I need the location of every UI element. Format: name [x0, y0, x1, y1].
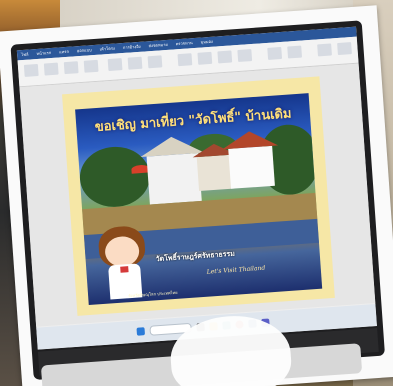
bold-icon[interactable] [63, 61, 79, 75]
font-icon[interactable] [43, 62, 59, 76]
dictate-icon[interactable] [317, 43, 332, 57]
temple-pavilion [146, 152, 202, 205]
find-icon[interactable] [267, 46, 283, 60]
paste-icon[interactable] [23, 63, 39, 77]
document-canvas[interactable]: ขอเชิญ มาเที่ยว "วัดโพธิ์" บ้านเดิม วัดโ… [19, 63, 376, 327]
poster-image[interactable]: ขอเชิญ มาเที่ยว "วัดโพธิ์" บ้านเดิม วัดโ… [75, 93, 323, 306]
bullets-icon[interactable] [147, 55, 163, 69]
paragraph-icon[interactable] [107, 58, 123, 72]
style-normal-icon[interactable] [177, 53, 193, 67]
style-title-icon[interactable] [237, 49, 253, 62]
editor-icon[interactable] [337, 42, 352, 56]
monitor-screen: ไฟล์ หน้าแรก แทรก ออกแบบ เค้าโครง การอ้า… [16, 26, 377, 350]
style-heading1-icon[interactable] [197, 51, 213, 65]
photo-scene: ไฟล์ หน้าแรก แทรก ออกแบบ เค้าโครง การอ้า… [0, 0, 393, 386]
poster-footer: จังหวัดพิษณุโลก ประเทศไทย [128, 289, 178, 299]
photo-card: ไฟล์ หน้าแรก แทรก ออกแบบ เค้าโครง การอ้า… [0, 5, 393, 386]
temple-hall [228, 145, 275, 189]
italic-icon[interactable] [83, 59, 99, 73]
document-page[interactable]: ขอเชิญ มาเที่ยว "วัดโพธิ์" บ้านเดิม วัดโ… [62, 76, 335, 316]
windows-start-icon[interactable] [136, 327, 146, 336]
style-heading2-icon[interactable] [217, 50, 233, 64]
align-icon[interactable] [127, 56, 143, 70]
cartoon-girl-bow [120, 266, 129, 273]
replace-icon[interactable] [287, 45, 303, 59]
poster-tagline: Let's Visit Thailand [206, 264, 266, 276]
ribbon-tab-file[interactable]: ไฟล์ [21, 50, 29, 60]
